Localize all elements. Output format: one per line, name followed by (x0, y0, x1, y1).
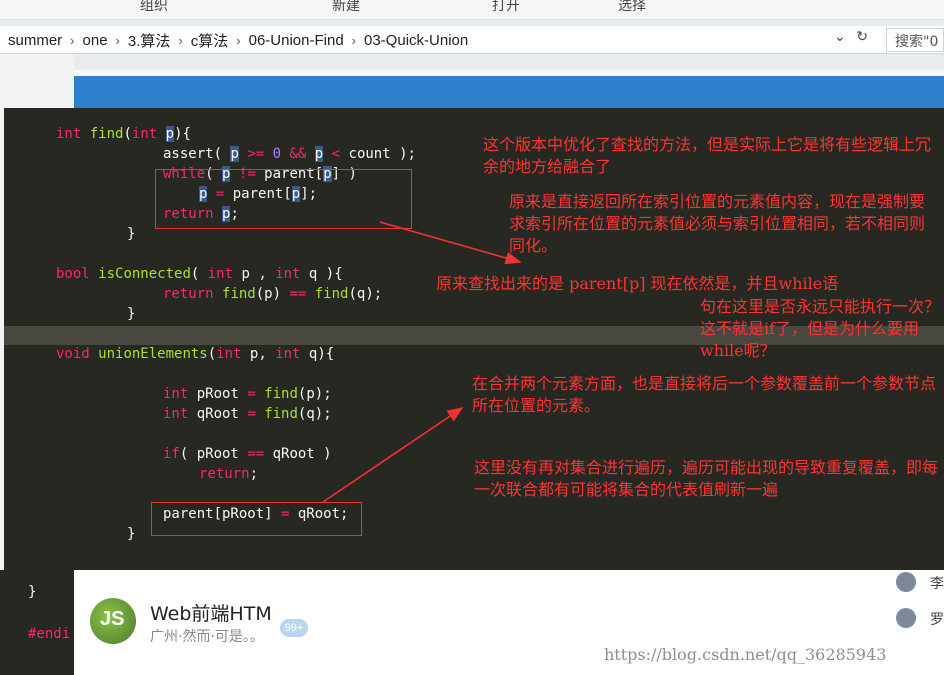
code-line-return: return; (199, 466, 259, 482)
chevron-down-icon[interactable]: ⌄ (834, 29, 846, 45)
code-line-return-p: return p; (163, 206, 239, 222)
note-while-question: 句在这里是否永远只能执行一次？这不就是if了，但是为什么要用while呢？ (700, 297, 941, 360)
breadcrumb-summer[interactable]: summer (8, 32, 62, 49)
code-line-set-parent: parent[pRoot] = qRoot; (163, 506, 349, 522)
chevron-right-icon: › (70, 33, 75, 48)
refresh-icon[interactable]: ↻ (856, 29, 868, 45)
code-line-if: if( pRoot == qRoot ) (163, 446, 332, 462)
note-original-return: 原来是直接返回所在索引位置的元素值内容，现在是强制要求索引所在位置的元素值必须与… (509, 192, 926, 255)
code-line-assign: p = parent[p]; (199, 186, 318, 202)
code-line-close-find: } (127, 226, 136, 242)
breadcrumb-c-algo[interactable]: c算法 (191, 30, 229, 51)
breadcrumb-quick-union[interactable]: 03-Quick-Union (364, 32, 468, 49)
chat-title[interactable]: Web前端HTML (150, 599, 272, 626)
code-line-close-union: } (127, 526, 136, 542)
note-no-traversal: 这里没有再对集合进行遍历，遍历可能出现的导致重复覆盖，即每一次联合都有可能将集合… (474, 458, 939, 499)
ribbon-new[interactable]: 新建 (332, 0, 360, 15)
editor-brace: } (28, 584, 37, 600)
user-avatar-icon (896, 608, 916, 628)
chevron-right-icon: › (115, 33, 120, 48)
chevron-right-icon: › (236, 33, 241, 48)
ribbon-select[interactable]: 选择 (618, 0, 646, 15)
code-line-assert: assert( p >= 0 && p < count ); (163, 146, 416, 162)
note-parent-lookup: 原来查找出来的是 parent[p] 现在依然是，并且while语 (436, 274, 839, 293)
unread-badge: 99+ (280, 619, 308, 637)
code-line-close-isconnected: } (127, 306, 136, 322)
search-input[interactable]: 搜索"0 (886, 28, 944, 52)
address-bar[interactable]: summer › one › 3.算法 › c算法 › 06-Union-Find › 0… (0, 26, 944, 54)
code-line-isconnected-signature: bool isConnected( int p , int q ){ (56, 266, 343, 282)
user-item[interactable]: 李 (896, 572, 944, 596)
chat-preview: 广州·然而·可是。。 (150, 629, 264, 645)
background-window-banner (74, 76, 944, 110)
code-line-proot: int pRoot = find(p); (163, 386, 332, 402)
chevron-right-icon: › (178, 33, 183, 48)
code-line-find-signature: int find(int p){ (56, 126, 191, 142)
ribbon-organize[interactable]: 组织 (140, 0, 168, 15)
breadcrumb-union-find[interactable]: 06-Union-Find (249, 32, 344, 49)
chevron-right-icon: › (351, 33, 356, 48)
code-line-while: while( p != parent[p] ) (163, 166, 357, 182)
code-line-union-signature: void unionElements(int p, int q){ (56, 346, 335, 362)
user-item[interactable]: 罗 (896, 608, 944, 632)
breadcrumb-algo[interactable]: 3.算法 (128, 30, 171, 51)
avatar[interactable]: JS (90, 598, 136, 644)
addressbar-controls: ⌄ ↻ (834, 29, 868, 45)
user-avatar-icon (896, 572, 916, 592)
watermark: https://blog.csdn.net/qq_36285943 (604, 645, 887, 664)
breadcrumb: summer › one › 3.算法 › c算法 › 06-Union-Find › 0… (8, 30, 468, 51)
editor-endif: #endi (28, 626, 71, 642)
editor-fragment: } #endi (0, 570, 74, 675)
ribbon-open[interactable]: 打开 (492, 0, 520, 15)
code-line-qroot: int qRoot = find(q); (163, 406, 332, 422)
note-merge: 在合并两个元素方面，也是直接将后一个参数覆盖前一个参数节点所在位置的元素。 (472, 374, 937, 415)
ribbon-toolbar: 组织 新建 打开 选择 (0, 0, 944, 20)
breadcrumb-one[interactable]: one (83, 32, 108, 49)
note-optimization: 这个版本中优化了查找的方法，但是实际上它是将有些逻辑上冗余的地方给融合了 (483, 135, 932, 176)
code-line-isconnected-return: return find(p) == find(q); (163, 286, 383, 302)
